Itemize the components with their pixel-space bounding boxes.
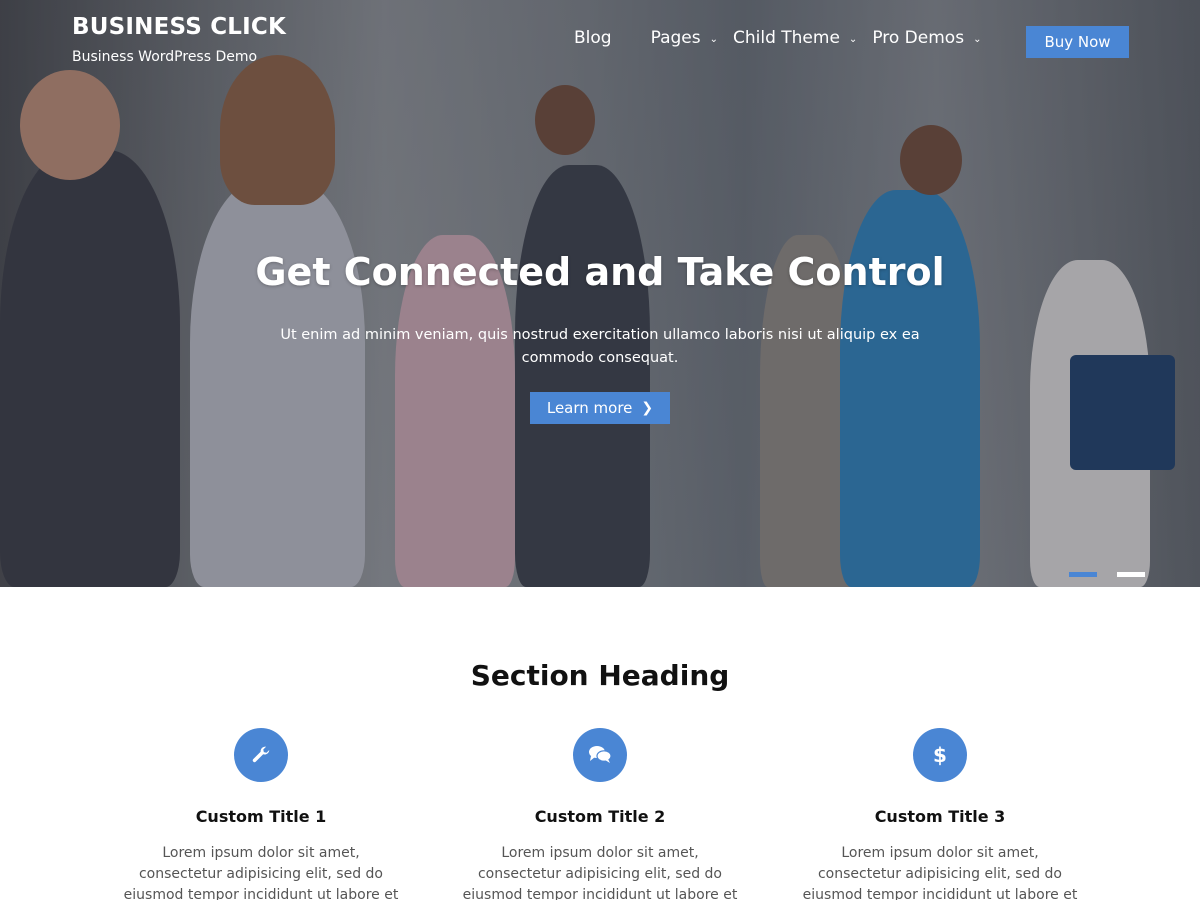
feature-text: Lorem ipsum dolor sit amet, consectetur …: [802, 845, 1078, 900]
chevron-down-icon: ⌄: [709, 33, 718, 45]
feature-title: Custom Title 3: [874, 807, 1006, 826]
site-branding: BUSINESS CLICK Business WordPress Demo: [72, 14, 286, 65]
feature-icon-circle: [234, 728, 288, 782]
chat-icon: [589, 746, 612, 763]
feature-icon-circle: $: [913, 728, 967, 782]
nav-item-pro-demos[interactable]: Pro Demos ⌄: [872, 28, 981, 48]
slider-dot-1[interactable]: [1069, 572, 1097, 577]
site-tagline: Business WordPress Demo: [72, 49, 258, 65]
site-title[interactable]: BUSINESS CLICK: [72, 14, 286, 40]
slider-pagination: [1069, 572, 1165, 577]
feature-icon-circle: [573, 728, 627, 782]
nav-item-label: Child Theme: [732, 28, 840, 48]
feature-item-3: $ Custom Title 3 Lorem ipsum dolor sit a…: [800, 728, 1080, 900]
feature-item-1: Custom Title 1 Lorem ipsum dolor sit ame…: [121, 728, 401, 900]
nav-item-blog[interactable]: Blog: [574, 28, 612, 48]
feature-title: Custom Title 1: [195, 807, 327, 826]
section-heading: Section Heading: [470, 659, 730, 692]
buy-now-button[interactable]: Buy Now: [1026, 26, 1129, 58]
nav-item-child-theme[interactable]: Child Theme ⌄: [733, 28, 857, 48]
learn-more-button[interactable]: Learn more ❯: [530, 392, 670, 424]
feature-text: Lorem ipsum dolor sit amet, consectetur …: [123, 845, 399, 900]
slider-dot-2[interactable]: [1117, 572, 1145, 577]
nav-item-pages[interactable]: Pages ⌄: [651, 28, 718, 48]
nav-item-label: Pro Demos: [872, 28, 965, 48]
dollar-icon: $: [933, 743, 947, 767]
feature-text: Lorem ipsum dolor sit amet, consectetur …: [462, 845, 738, 900]
main-navigation: Blog Pages ⌄ Child Theme ⌄ Pro Demos ⌄: [574, 28, 981, 48]
chevron-down-icon: ⌄: [848, 33, 858, 45]
hero-title: Get Connected and Take Control: [255, 250, 945, 294]
hero-content: Get Connected and Take Control Ut enim a…: [0, 250, 1200, 424]
feature-item-2: Custom Title 2 Lorem ipsum dolor sit ame…: [460, 728, 740, 900]
nav-item-label: Pages: [650, 28, 701, 48]
hero-slider: BUSINESS CLICK Business WordPress Demo B…: [0, 0, 1200, 587]
chevron-right-icon: ❯: [641, 400, 654, 416]
wrench-icon: [252, 746, 270, 763]
hero-description: Ut enim ad minim veniam, quis nostrud ex…: [280, 327, 920, 366]
nav-item-label: Blog: [574, 28, 612, 48]
learn-more-label: Learn more: [546, 399, 633, 417]
feature-title: Custom Title 2: [534, 807, 666, 826]
chevron-down-icon: ⌄: [973, 33, 982, 45]
features-section: Section Heading Custom Title 1 Lorem ips…: [0, 587, 1200, 900]
